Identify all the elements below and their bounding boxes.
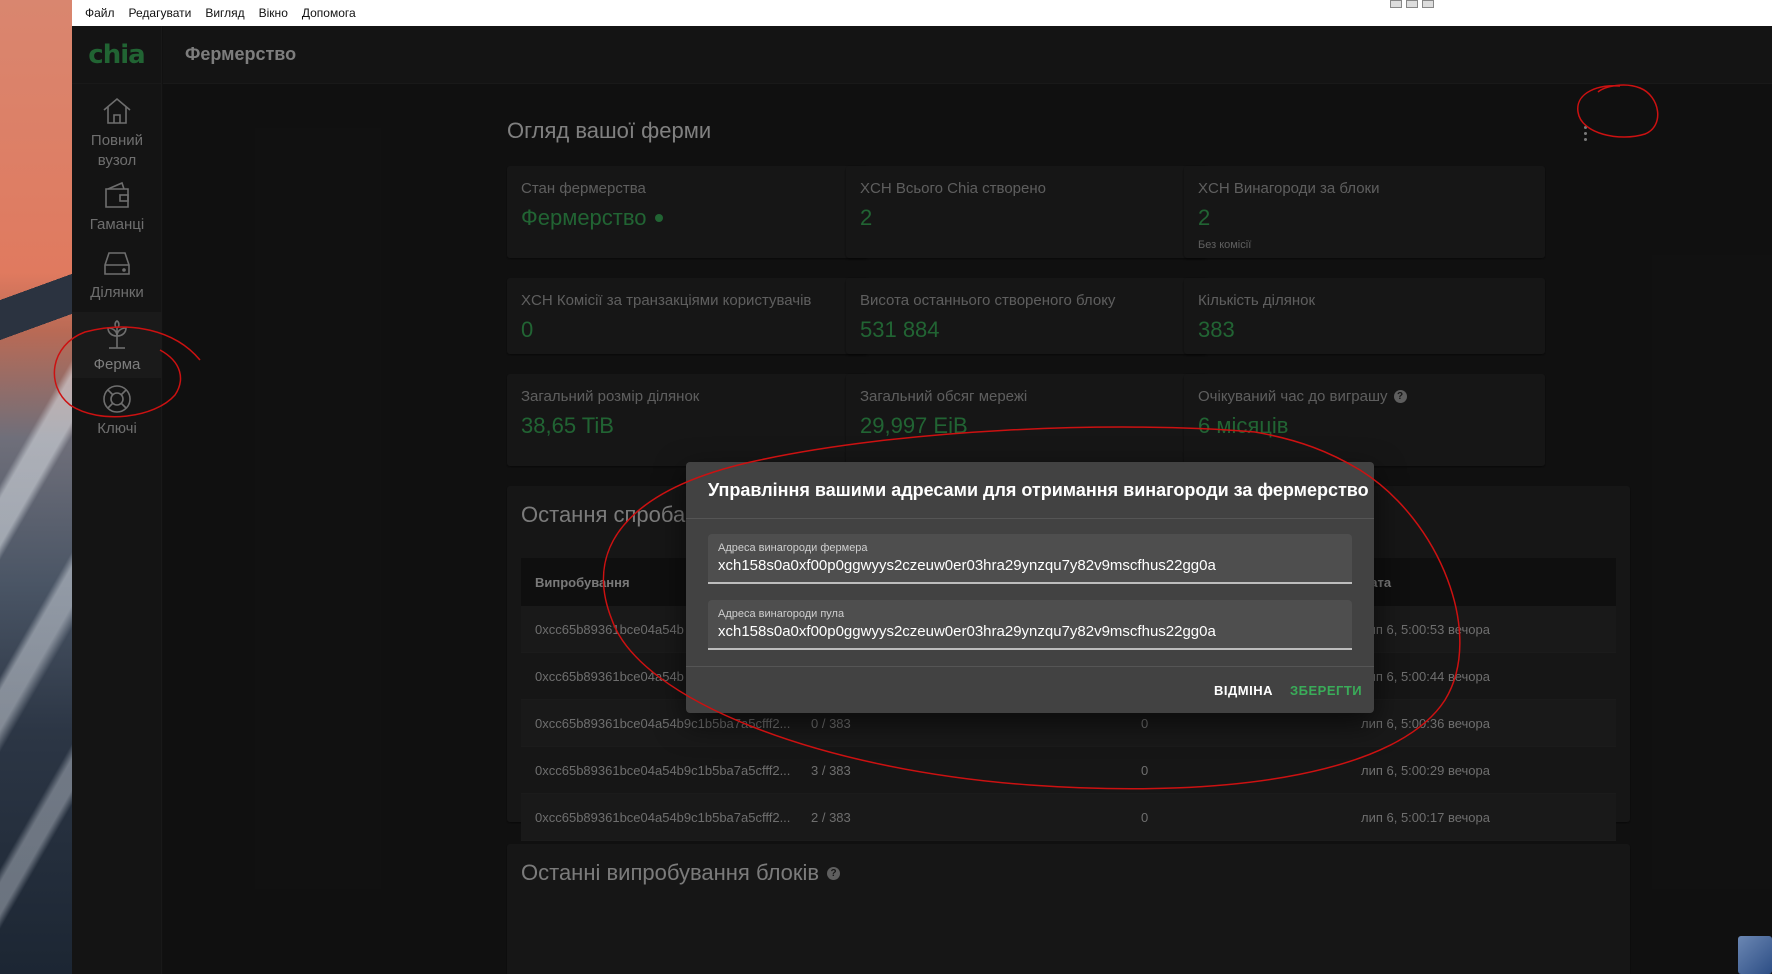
farmer-reward-input[interactable] [718,557,1342,574]
menu-edit[interactable]: Редагувати [122,6,199,20]
window-controls [1390,0,1440,8]
pool-reward-field[interactable]: Адреса винагороди пула [708,600,1352,650]
menu-file[interactable]: Файл [78,6,122,20]
farmer-reward-field[interactable]: Адреса винагороди фермера [708,534,1352,584]
pool-reward-label: Адреса винагороди пула [718,608,845,620]
dialog-title: Управління вашими адресами для отримання… [708,480,1369,500]
reward-address-dialog: Управління вашими адресами для отримання… [686,462,1374,713]
taskbar-widget-icon[interactable] [1738,936,1772,974]
dialog-divider [686,518,1374,519]
pool-reward-input[interactable] [718,623,1342,640]
cancel-button[interactable]: ВІДМІНА [1214,683,1273,698]
desktop-wallpaper [0,0,72,974]
window-control-icon[interactable] [1390,0,1402,8]
save-button[interactable]: ЗБЕРЕГТИ [1290,683,1362,698]
farmer-reward-label: Адреса винагороди фермера [718,542,868,554]
menu-bar: Файл Редагувати Вигляд Вікно Допомога [72,0,1772,26]
dialog-divider [686,666,1374,667]
window-control-icon[interactable] [1406,0,1418,8]
window-control-icon[interactable] [1422,0,1434,8]
menu-view[interactable]: Вигляд [198,6,251,20]
menu-help[interactable]: Допомога [295,6,363,20]
menu-window[interactable]: Вікно [252,6,295,20]
